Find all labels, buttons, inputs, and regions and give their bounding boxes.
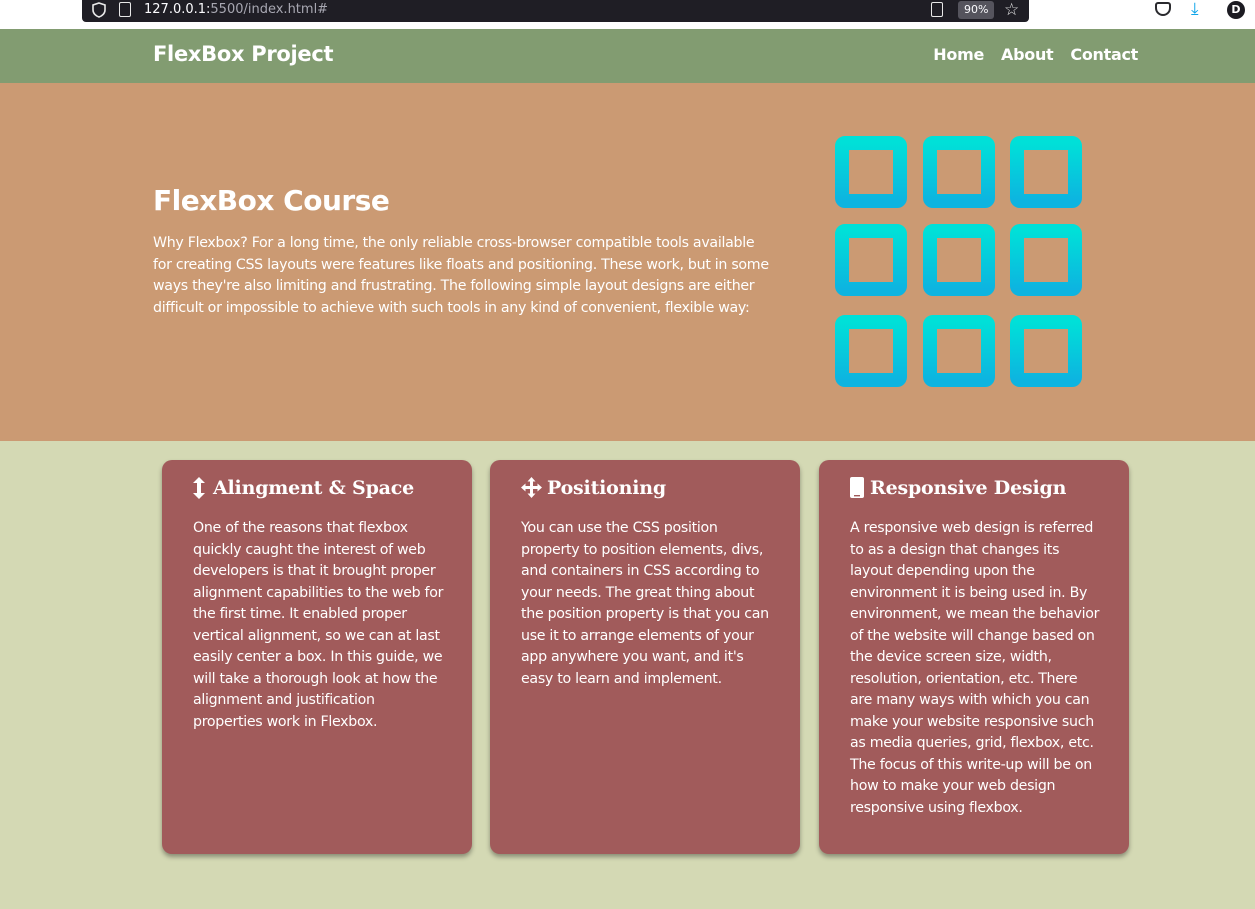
move-arrows-icon [521, 477, 543, 499]
card-text: You can use the CSS position property to… [521, 520, 769, 687]
hero-description: Why Flexbox? For a long time, the only r… [153, 235, 769, 316]
site-brand[interactable]: FlexBox Project [153, 42, 334, 66]
nav-link-about[interactable]: About [1001, 45, 1054, 64]
hero-title: FlexBox Course [153, 184, 390, 217]
pocket-icon[interactable] [1155, 2, 1171, 16]
card-responsive: Responsive Design A responsive web desig… [819, 460, 1129, 854]
reader-view-icon[interactable] [931, 2, 943, 17]
card-text: One of the reasons that flexbox quickly … [193, 520, 444, 730]
mobile-phone-icon [850, 477, 866, 499]
address-bar[interactable]: 127.0.0.1:5500/index.html# 90% ☆ [82, 0, 1029, 22]
shield-icon[interactable] [92, 2, 106, 18]
browser-toolbar: 127.0.0.1:5500/index.html# 90% ☆ ⤓ D [0, 0, 1255, 29]
card-text: A responsive web design is referred to a… [850, 520, 1100, 816]
zoom-indicator[interactable]: 90% [958, 1, 995, 19]
card-positioning: Positioning You can use the CSS position… [490, 460, 800, 854]
grid-squares-icon [835, 136, 1082, 387]
site-header: FlexBox Project Home About Contact [0, 29, 1255, 83]
nav-link-contact[interactable]: Contact [1070, 45, 1138, 64]
page-icon [119, 2, 131, 17]
card-alignment: Alingment & Space One of the reasons tha… [162, 460, 472, 854]
account-avatar[interactable]: D [1227, 1, 1245, 19]
download-icon[interactable]: ⤓ [1191, 0, 1199, 20]
hero-section: FlexBox Course Why Flexbox? For a long t… [0, 83, 1255, 441]
vertical-arrows-icon [193, 477, 209, 499]
card-title: Responsive Design [850, 477, 1066, 499]
url-text[interactable]: 127.0.0.1:5500/index.html# [144, 2, 328, 18]
nav-menu: Home About Contact [933, 45, 1138, 64]
nav-link-home[interactable]: Home [933, 45, 984, 64]
card-title: Alingment & Space [193, 477, 414, 499]
bookmark-star-icon[interactable]: ☆ [1004, 0, 1019, 20]
card-title: Positioning [521, 477, 666, 499]
